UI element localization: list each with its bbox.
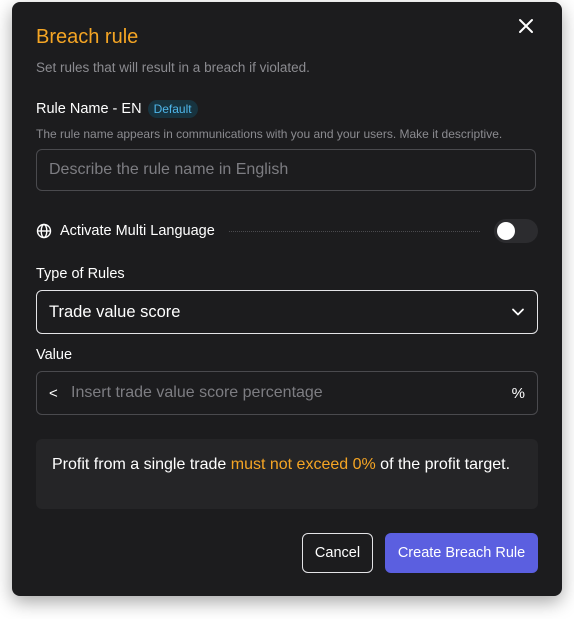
summary-text-start: Profit from a single trade xyxy=(52,456,231,473)
rule-name-field xyxy=(36,149,536,191)
close-icon xyxy=(519,19,533,33)
rule-name-header: Rule Name - EN Default xyxy=(36,100,198,118)
dialog-subtitle: Set rules that will result in a breach i… xyxy=(36,60,310,75)
value-input[interactable] xyxy=(71,384,512,402)
value-label: Value xyxy=(36,347,73,363)
breach-rule-dialog: Breach rule Set rules that will result i… xyxy=(12,2,562,596)
multi-language-toggle[interactable] xyxy=(494,219,538,243)
toggle-knob xyxy=(497,222,515,240)
globe-icon xyxy=(36,223,52,239)
rule-name-label: Rule Name - EN xyxy=(36,101,142,117)
summary-text-end: of the profit target. xyxy=(375,456,511,473)
dialog-title: Breach rule xyxy=(36,26,139,48)
rule-type-selected-value: Trade value score xyxy=(49,302,181,321)
dotted-divider xyxy=(228,230,480,232)
value-prefix: < xyxy=(49,384,58,402)
percent-suffix: % xyxy=(511,384,525,402)
rule-summary-box: Profit from a single trade must not exce… xyxy=(36,439,538,509)
value-field: < % xyxy=(36,371,538,415)
create-breach-rule-button[interactable]: Create Breach Rule xyxy=(385,533,538,573)
cancel-button[interactable]: Cancel xyxy=(302,533,373,573)
rule-name-help-text: The rule name appears in communications … xyxy=(36,127,503,141)
summary-highlight: must not exceed 0% xyxy=(230,456,376,473)
rule-type-select[interactable]: Trade value score xyxy=(36,290,538,334)
close-button[interactable] xyxy=(512,12,540,40)
multi-language-row: Activate Multi Language xyxy=(36,218,538,244)
default-badge: Default xyxy=(147,100,198,118)
chevron-down-icon xyxy=(512,308,524,316)
rule-type-label: Type of Rules xyxy=(36,266,125,282)
multi-language-label: Activate Multi Language xyxy=(60,223,215,239)
rule-name-input[interactable] xyxy=(37,150,535,190)
